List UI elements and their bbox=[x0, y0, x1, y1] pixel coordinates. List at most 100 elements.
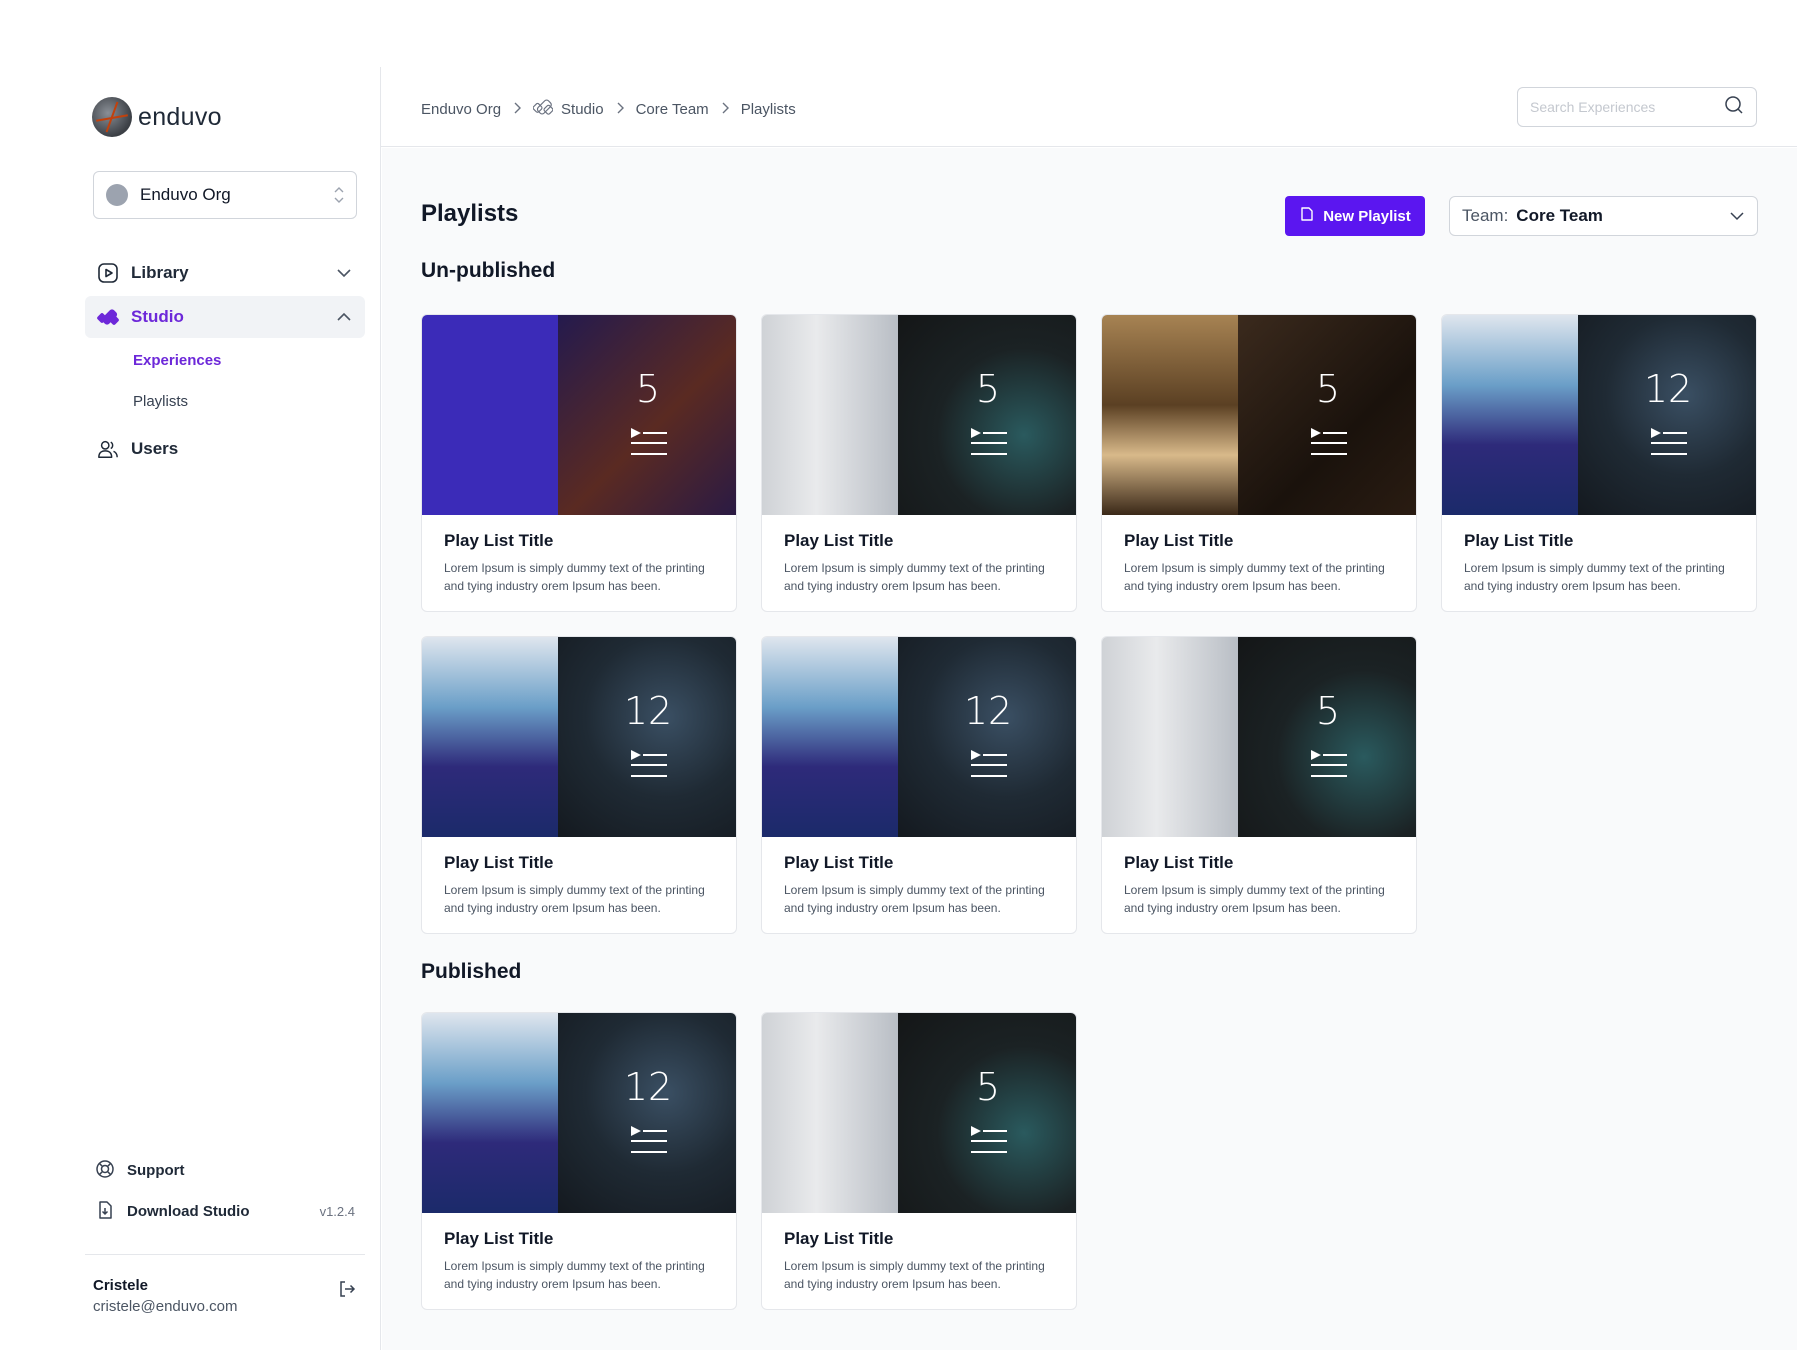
playlist-card-body: Play List Title Lorem Ipsum is simply du… bbox=[422, 837, 736, 933]
playlist-thumbnail: 5 bbox=[1102, 315, 1416, 515]
playlist-cover-overlay bbox=[1578, 315, 1756, 515]
breadcrumb-item[interactable]: Core Team bbox=[636, 101, 709, 118]
playlist-item-count: 12 bbox=[1643, 367, 1693, 411]
chevron-right-icon bbox=[616, 101, 624, 117]
download-studio-link[interactable]: Download Studio v1.2.4 bbox=[85, 1191, 365, 1232]
playlist-description: Lorem Ipsum is simply dummy text of the … bbox=[444, 883, 705, 915]
chevron-up-icon bbox=[335, 308, 353, 326]
playlist-title: Play List Title bbox=[1124, 853, 1234, 872]
org-selector[interactable]: Enduvo Org bbox=[93, 171, 357, 219]
playlist-item-count: 5 bbox=[975, 1065, 1001, 1109]
studio-outline-icon bbox=[532, 97, 554, 121]
new-playlist-icon bbox=[1299, 206, 1315, 226]
playlist-card[interactable]: 12 Play List Title Lorem Ipsum is simply… bbox=[1441, 314, 1757, 612]
new-playlist-button[interactable]: New Playlist bbox=[1285, 196, 1425, 236]
sidebar-subitem-experiences[interactable]: Experiences bbox=[85, 340, 365, 381]
playlist-item-count: 5 bbox=[1315, 689, 1341, 733]
sidebar-item-library[interactable]: Library bbox=[85, 252, 365, 294]
selector-updown-icon bbox=[334, 186, 344, 204]
playlist-card[interactable]: 12 Play List Title Lorem Ipsum is simply… bbox=[761, 636, 1077, 934]
playlist-thumbnail: 5 bbox=[1102, 637, 1416, 837]
support-link[interactable]: Support bbox=[85, 1150, 365, 1191]
playlist-cover-overlay bbox=[1238, 315, 1416, 515]
top-header: Enduvo Org Studio Core Team Playlists bbox=[381, 67, 1797, 147]
breadcrumb-item-current: Playlists bbox=[740, 100, 796, 118]
playlist-item-count: 5 bbox=[1315, 367, 1341, 411]
sidebar-item-users[interactable]: Users bbox=[85, 428, 365, 470]
playlist-icon bbox=[1310, 427, 1348, 462]
version-label: v1.2.4 bbox=[319, 1204, 355, 1219]
playlist-title: Play List Title bbox=[444, 531, 554, 550]
playlist-card[interactable]: 12 Play List Title Lorem Ipsum is simply… bbox=[421, 636, 737, 934]
sidebar-item-label: Studio bbox=[131, 307, 184, 326]
search-icon[interactable] bbox=[1724, 95, 1744, 120]
chevron-down-icon bbox=[335, 264, 353, 282]
playlist-card[interactable]: 5 Play List Title Lorem Ipsum is simply … bbox=[421, 314, 737, 612]
playlist-title: Play List Title bbox=[444, 1229, 554, 1248]
logo[interactable]: enduvo bbox=[92, 97, 222, 137]
org-avatar bbox=[106, 184, 128, 206]
download-file-icon bbox=[95, 1200, 115, 1224]
playlist-title: Play List Title bbox=[444, 853, 554, 872]
chevron-right-icon bbox=[721, 101, 729, 117]
enduvo-logo-icon bbox=[92, 97, 132, 137]
main-nav: Library Studio Experiences Playlists Use… bbox=[85, 252, 365, 472]
logo-text: enduvo bbox=[138, 102, 222, 131]
playlist-description: Lorem Ipsum is simply dummy text of the … bbox=[1124, 883, 1385, 915]
playlist-cover-overlay bbox=[898, 1013, 1076, 1213]
playlist-cover-image bbox=[422, 315, 558, 515]
breadcrumb-label: Studio bbox=[561, 100, 604, 118]
playlist-icon bbox=[970, 1125, 1008, 1160]
logout-icon[interactable] bbox=[337, 1279, 357, 1304]
support-label: Support bbox=[127, 1162, 185, 1179]
main-content: Playlists New Playlist Team: Core Team U… bbox=[382, 148, 1797, 1350]
playlist-thumbnail: 5 bbox=[422, 315, 736, 515]
playlist-card[interactable]: 5 Play List Title Lorem Ipsum is simply … bbox=[1101, 314, 1417, 612]
breadcrumb: Enduvo Org Studio Core Team Playlists bbox=[421, 97, 796, 121]
breadcrumb-item[interactable]: Enduvo Org bbox=[421, 101, 501, 118]
playlist-title: Play List Title bbox=[1464, 531, 1574, 550]
search-box[interactable] bbox=[1517, 87, 1757, 127]
search-input[interactable] bbox=[1530, 99, 1724, 115]
playlist-item-count: 12 bbox=[623, 689, 673, 733]
sidebar: enduvo Enduvo Org Library Studio Experie… bbox=[0, 67, 381, 1350]
playlist-card[interactable]: 5 Play List Title Lorem Ipsum is simply … bbox=[1101, 636, 1417, 934]
team-select-label: Team: bbox=[1462, 206, 1509, 225]
playlist-cover-overlay bbox=[558, 637, 736, 837]
playlist-thumbnail: 5 bbox=[762, 1013, 1076, 1213]
playlist-cover-image bbox=[762, 315, 898, 515]
playlist-cover-overlay bbox=[898, 637, 1076, 837]
playlist-icon bbox=[1650, 427, 1688, 462]
playlist-item-count: 12 bbox=[623, 1065, 673, 1109]
playlist-cover-image bbox=[1102, 637, 1238, 837]
lifebuoy-icon bbox=[95, 1159, 115, 1183]
download-label: Download Studio bbox=[127, 1203, 250, 1220]
playlist-card[interactable]: 12 Play List Title Lorem Ipsum is simply… bbox=[421, 1012, 737, 1310]
playlist-cover-overlay bbox=[1238, 637, 1416, 837]
playlist-card-body: Play List Title Lorem Ipsum is simply du… bbox=[1102, 515, 1416, 611]
playlist-description: Lorem Ipsum is simply dummy text of the … bbox=[444, 1259, 705, 1291]
playlist-cover-image bbox=[422, 1013, 558, 1213]
play-square-icon bbox=[97, 262, 119, 284]
playlist-thumbnail: 12 bbox=[1442, 315, 1756, 515]
playlist-title: Play List Title bbox=[1124, 531, 1234, 550]
playlist-item-count: 5 bbox=[975, 367, 1001, 411]
studio-icon bbox=[97, 306, 119, 328]
app-frame: enduvo Enduvo Org Library Studio Experie… bbox=[0, 0, 1797, 1350]
sidebar-divider bbox=[85, 1254, 365, 1255]
sidebar-item-label: Users bbox=[131, 439, 179, 458]
user-email: cristele@enduvo.com bbox=[93, 1298, 238, 1315]
breadcrumb-item[interactable]: Studio bbox=[532, 97, 604, 121]
playlist-card[interactable]: 5 Play List Title Lorem Ipsum is simply … bbox=[761, 314, 1077, 612]
new-playlist-label: New Playlist bbox=[1323, 207, 1411, 225]
chevron-right-icon bbox=[513, 101, 522, 117]
playlist-cover-overlay bbox=[898, 315, 1076, 515]
chevron-down-icon bbox=[1729, 206, 1745, 226]
sidebar-item-studio[interactable]: Studio bbox=[85, 296, 365, 338]
team-select[interactable]: Team: Core Team bbox=[1449, 196, 1758, 236]
playlist-card-body: Play List Title Lorem Ipsum is simply du… bbox=[422, 515, 736, 611]
sidebar-subitem-playlists[interactable]: Playlists bbox=[85, 381, 365, 422]
playlist-description: Lorem Ipsum is simply dummy text of the … bbox=[784, 883, 1045, 915]
user-profile: Cristele cristele@enduvo.com bbox=[93, 1277, 357, 1315]
playlist-card[interactable]: 5 Play List Title Lorem Ipsum is simply … bbox=[761, 1012, 1077, 1310]
